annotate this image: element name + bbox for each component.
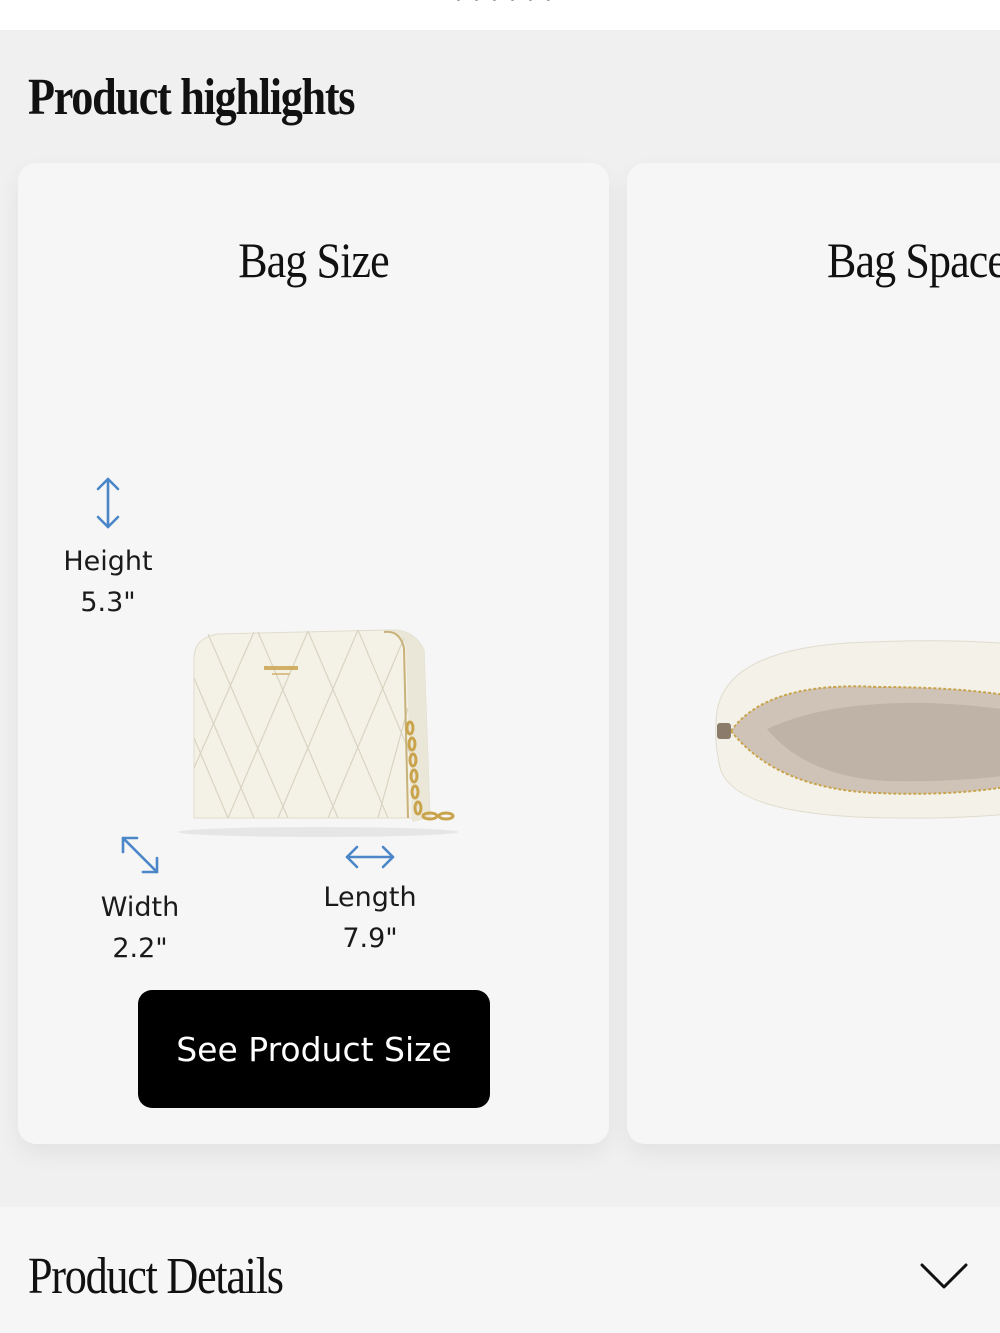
bag-size-card: Bag Size Height 5.3" Width 2.2" Length 7…	[18, 163, 609, 1144]
width-label: Width	[100, 892, 180, 923]
bag-space-title: Bag Space	[827, 232, 1000, 288]
height-label: Height	[63, 546, 153, 577]
top-strip: · · · · · ·	[0, 0, 1000, 30]
bag-size-title: Bag Size	[238, 232, 389, 288]
section-title-product-highlights: Product highlights	[28, 69, 356, 126]
width-dimension: Width 2.2"	[80, 833, 200, 969]
length-dimension: Length 7.9"	[310, 843, 430, 959]
bag-product-image	[168, 618, 468, 838]
cut-off-text: · · · · · ·	[455, 0, 554, 13]
vertical-arrow-icon	[48, 475, 168, 531]
see-product-size-button[interactable]: See Product Size	[138, 990, 490, 1108]
length-label: Length	[323, 882, 417, 913]
product-details-accordion[interactable]: Product Details	[0, 1207, 1000, 1333]
height-value: 5.3"	[80, 587, 136, 618]
chevron-down-icon[interactable]	[918, 1261, 970, 1296]
length-value: 7.9"	[342, 923, 398, 954]
bag-space-card[interactable]: Bag Space	[627, 163, 1000, 1144]
width-value: 2.2"	[112, 933, 168, 964]
bag-interior-image	[707, 631, 1000, 831]
horizontal-arrow-icon	[310, 843, 430, 871]
diagonal-arrow-icon	[80, 833, 200, 877]
height-dimension: Height 5.3"	[48, 475, 168, 623]
product-details-title: Product Details	[28, 1248, 284, 1305]
